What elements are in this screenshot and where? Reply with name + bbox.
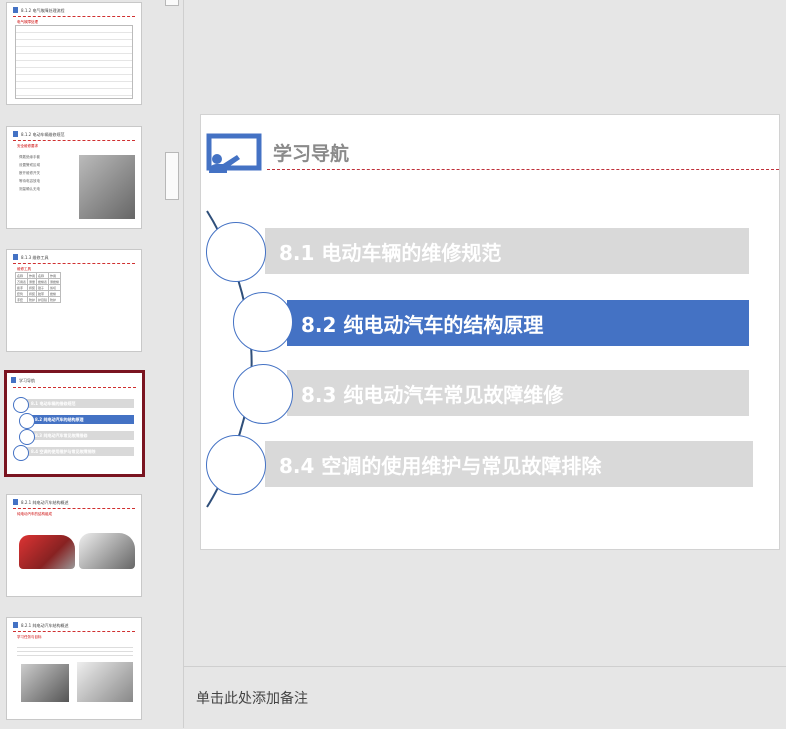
presenter-icon bbox=[13, 499, 18, 505]
powertrain-image bbox=[77, 662, 133, 702]
thumbnail-scrollbar-track[interactable] bbox=[162, 0, 184, 728]
slide-thumbnail-2[interactable]: 8.1.2 电动车辆维修规范 安全维修要求 佩戴绝缘手套 设置警戒区域 断开维修… bbox=[6, 126, 142, 229]
thumbnail-divider bbox=[13, 16, 135, 17]
bullet-item: 等待电容放电 bbox=[19, 179, 40, 183]
thumbnail-subtitle: 纯电动汽车的结构组成 bbox=[17, 512, 52, 516]
cell: 防护 bbox=[27, 296, 38, 303]
agenda-item-4[interactable]: 8.4 空调的使用维护与常见故障排除 bbox=[265, 441, 753, 487]
thumbnail-divider bbox=[13, 140, 135, 141]
nav-circle bbox=[19, 429, 35, 445]
thumbnail-nav-item-4: 8.4 空调的使用维护与常见故障排除 bbox=[25, 447, 134, 456]
car-interior-photo bbox=[79, 155, 135, 219]
agenda-circle-3 bbox=[233, 364, 293, 424]
presenter-icon bbox=[11, 377, 16, 383]
presenter-icon bbox=[13, 622, 18, 628]
agenda-circle-4 bbox=[206, 435, 266, 495]
bullet-item: 测量确认无电 bbox=[19, 187, 40, 191]
thumbnail-nav-item-3: 8.3 纯电动汽车常见故障维修 bbox=[29, 431, 134, 440]
thumbnail-divider bbox=[13, 387, 136, 388]
agenda-circle-1 bbox=[206, 222, 266, 282]
slide-thumbnail-4-selected[interactable]: 学习导航 8.1 电动车辆的维修规范 8.2 纯电动汽车的结构原理 8.3 纯电… bbox=[4, 370, 145, 477]
nav-circle bbox=[13, 445, 29, 461]
slide-thumbnail-pane: 8.1.2 电气故障处理流程 电气故障处理 8.1.2 电动车辆维修规范 安全维… bbox=[0, 0, 162, 728]
cell: 防护 bbox=[48, 296, 62, 303]
slide-canvas[interactable]: 学习导航 8.1 电动车辆的维修规范 8.2 纯电动汽车的结构原理 8.3 纯电… bbox=[200, 114, 780, 550]
thumbnail-title: 8.1.2 电气故障处理流程 bbox=[21, 8, 65, 13]
thumbnail-scrollbar-thumb[interactable] bbox=[165, 152, 179, 200]
thumbnail-title: 8.2.1 纯电动汽车结构概述 bbox=[21, 623, 69, 628]
thumbnail-text-block bbox=[17, 644, 133, 658]
presenter-board-icon bbox=[206, 133, 262, 173]
ev-body-image bbox=[79, 533, 135, 569]
title-divider bbox=[267, 169, 779, 170]
thumbnail-nav-item-1: 8.1 电动车辆的维修规范 bbox=[25, 399, 134, 408]
notes-placeholder[interactable]: 单击此处添加备注 bbox=[196, 688, 308, 708]
bullet-item: 设置警戒区域 bbox=[19, 163, 40, 167]
thumbnail-bullets: 佩戴绝缘手套 设置警戒区域 断开维修开关 等待电容放电 测量确认无电 bbox=[19, 155, 40, 195]
thumbnail-table bbox=[15, 25, 133, 99]
motor-image bbox=[21, 664, 69, 702]
agenda-item-3[interactable]: 8.3 纯电动汽车常见故障维修 bbox=[287, 370, 749, 416]
thumbnail-nav-item-2: 8.2 纯电动汽车的结构原理 bbox=[29, 415, 134, 424]
thumbnail-subtitle: 学习任务与目标 bbox=[17, 635, 42, 639]
thumbnail-subtitle: 安全维修要求 bbox=[17, 144, 38, 148]
nav-circle bbox=[19, 413, 35, 429]
nav-circle bbox=[13, 397, 29, 413]
ev-chassis-image bbox=[19, 535, 75, 569]
presenter-icon bbox=[13, 131, 18, 137]
cell: 手套 bbox=[14, 296, 29, 303]
thumbnail-divider bbox=[13, 631, 135, 632]
bullet-item: 断开维修开关 bbox=[19, 171, 40, 175]
presenter-icon bbox=[13, 7, 18, 13]
slide-title: 学习导航 bbox=[273, 143, 350, 165]
thumbnail-title: 学习导航 bbox=[19, 378, 35, 383]
thumbnail-divider bbox=[13, 263, 135, 264]
thumbnail-title: 8.1.2 电动车辆维修规范 bbox=[21, 132, 65, 137]
thumbnail-tool-table: 名称 作用 名称 作用 万用表 测量 绝缘表 测绝缘 扳手 拆装 钳子 剪切 套筒 拆装 胶带 绝缘 手… bbox=[14, 272, 62, 303]
agenda-item-2-active[interactable]: 8.2 纯电动汽车的结构原理 bbox=[287, 300, 749, 346]
thumbnail-title: 8.2.1 纯电动汽车结构概述 bbox=[21, 500, 69, 505]
scrollbar-top-cap[interactable] bbox=[165, 0, 179, 6]
cell: 护目镜 bbox=[36, 296, 50, 303]
agenda-circle-2 bbox=[233, 292, 293, 352]
slide-thumbnail-6[interactable]: 8.2.1 纯电动汽车结构概述 学习任务与目标 bbox=[6, 617, 142, 720]
thumbnail-title: 8.1.3 维修工具 bbox=[21, 255, 49, 260]
slide-thumbnail-5[interactable]: 8.2.1 纯电动汽车结构概述 纯电动汽车的结构组成 bbox=[6, 494, 142, 597]
slide-thumbnail-3[interactable]: 8.1.3 维修工具 维修工具 名称 作用 名称 作用 万用表 测量 绝缘表 测绝缘 扳手拆… bbox=[6, 249, 142, 352]
thumbnail-divider bbox=[13, 508, 135, 509]
presenter-icon bbox=[13, 254, 18, 260]
agenda-item-1[interactable]: 8.1 电动车辆的维修规范 bbox=[265, 228, 749, 274]
notes-pane[interactable]: 单击此处添加备注 bbox=[184, 666, 786, 729]
slide-thumbnail-1[interactable]: 8.1.2 电气故障处理流程 电气故障处理 bbox=[6, 2, 142, 105]
bullet-item: 佩戴绝缘手套 bbox=[19, 155, 40, 159]
